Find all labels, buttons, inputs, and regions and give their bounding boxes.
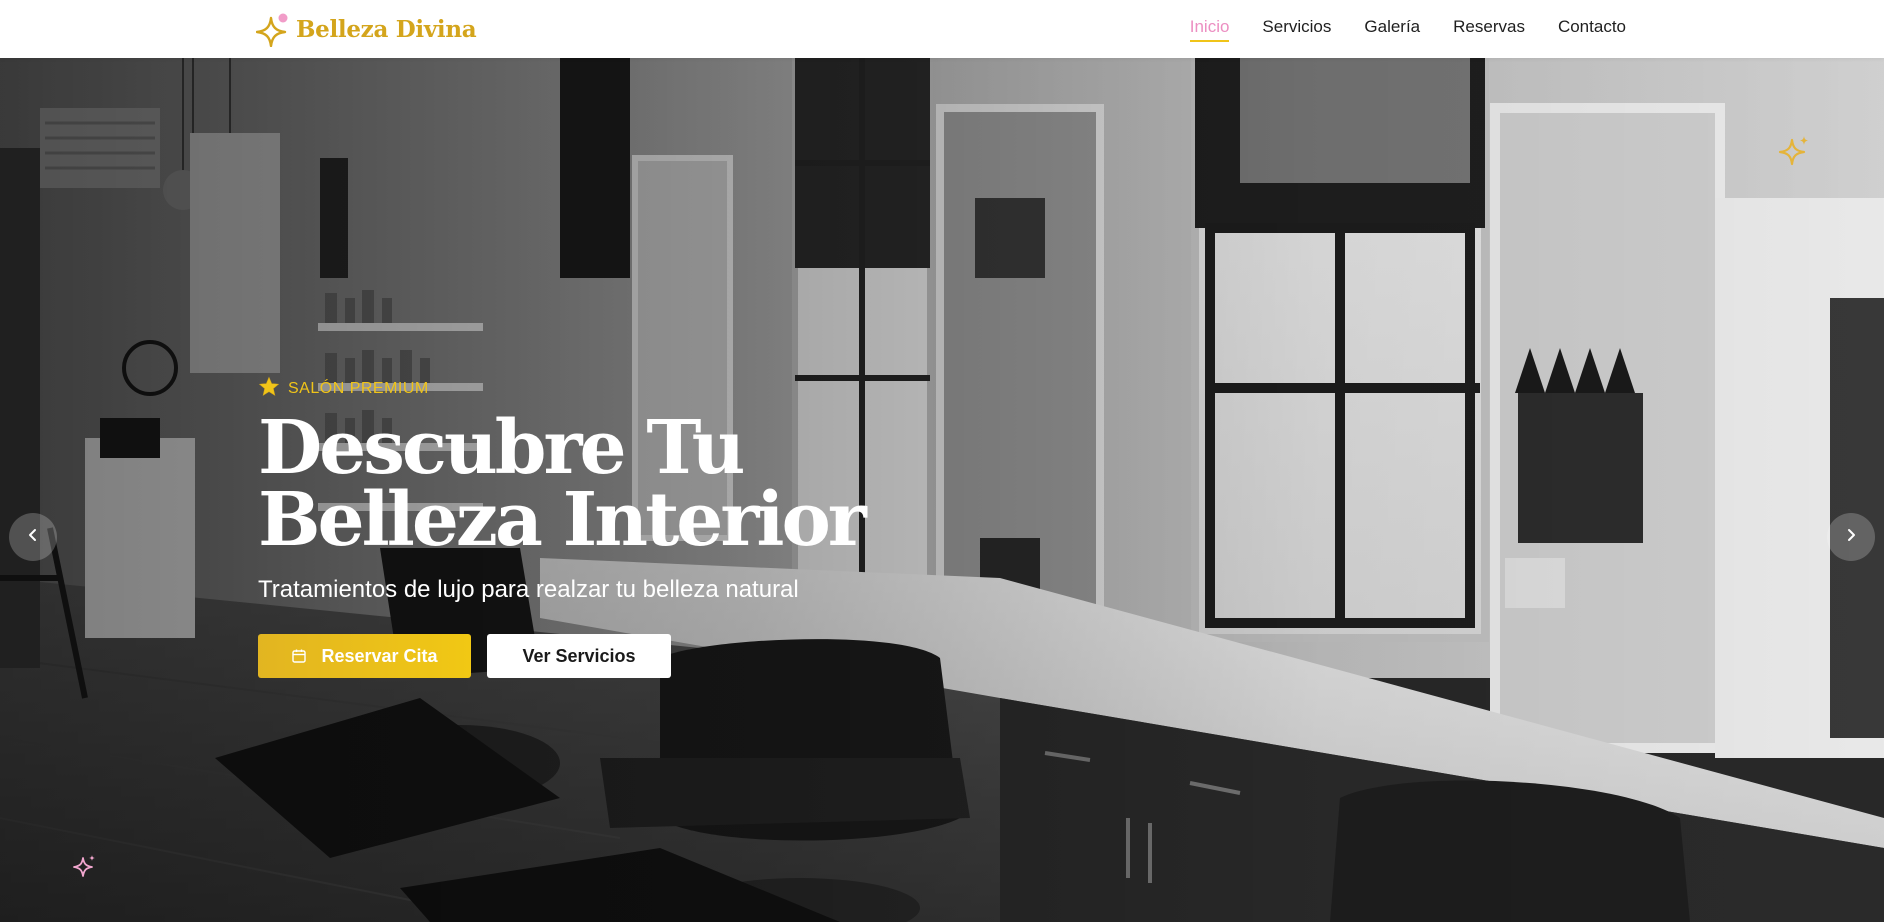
site-header: Belleza Divina Inicio Servicios Galería … [0,0,1884,58]
carousel-next-button[interactable] [1827,513,1875,561]
premium-badge: SALÓN PREMIUM [258,376,1158,402]
hero-subtitle: Tratamientos de lujo para realzar tu bel… [258,576,799,603]
chevron-right-icon [1844,528,1858,547]
hero-title-line-2: Belleza Interior [258,477,867,563]
brand-name: Belleza Divina [296,15,477,43]
hero-title-line-1: Descubre Tu [258,405,745,491]
book-appointment-label: Reservar Cita [321,645,438,666]
hero-content: SALÓN PREMIUM Descubre Tu Belleza Interi… [258,376,1158,678]
sparkle-star-icon [256,11,290,47]
badge-label: SALÓN PREMIUM [288,380,429,397]
view-services-label: Ver Servicios [522,645,636,666]
star-icon [258,376,280,403]
hero-buttons: Reservar Cita Ver Servicios [258,634,1158,678]
nav-item-reservas[interactable]: Reservas [1453,13,1525,41]
sparkle-icon [72,854,98,885]
hero-section: SALÓN PREMIUM Descubre Tu Belleza Interi… [0,58,1884,922]
nav-item-inicio[interactable]: Inicio [1189,13,1229,42]
book-appointment-button[interactable]: Reservar Cita [258,634,471,678]
view-services-button[interactable]: Ver Servicios [487,634,671,678]
chevron-left-icon [26,528,40,547]
nav-item-galeria[interactable]: Galería [1364,13,1420,41]
nav-item-contacto[interactable]: Contacto [1558,13,1626,41]
calendar-icon [291,648,307,664]
nav-item-servicios[interactable]: Servicios [1262,13,1331,41]
logo[interactable]: Belleza Divina [256,9,477,49]
main-nav: Inicio Servicios Galería Reservas Contac… [1157,0,1626,54]
sparkle-icon [1778,134,1812,173]
hero-title: Descubre Tu Belleza Interior [258,405,1158,563]
carousel-prev-button[interactable] [9,513,57,561]
